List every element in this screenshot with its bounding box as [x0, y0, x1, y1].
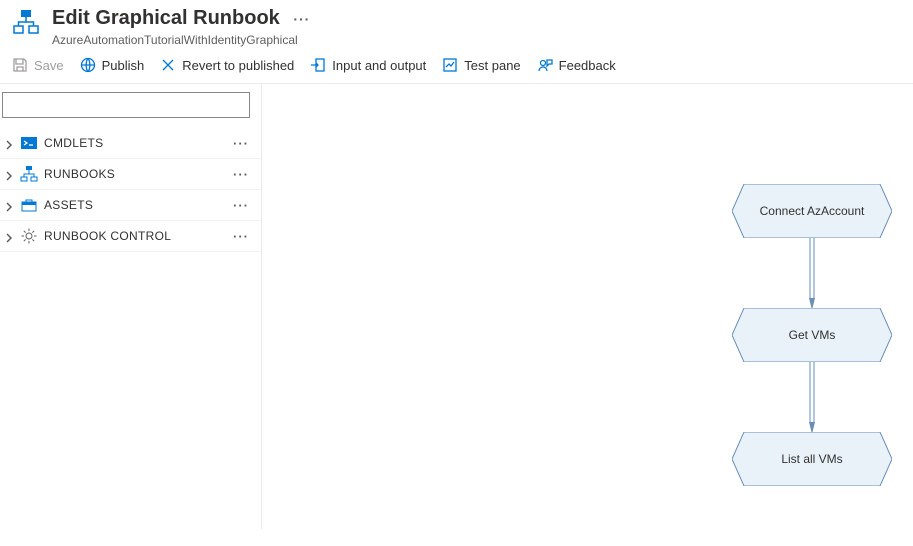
command-bar: Save Publish Revert to published Input a…: [0, 49, 913, 83]
main-area: CMDLETS ··· RUNBOOKS ···: [0, 83, 913, 529]
runbooks-hierarchy-icon: [20, 165, 38, 183]
chevron-right-icon: [4, 169, 14, 179]
save-label: Save: [34, 58, 64, 73]
feedback-label: Feedback: [559, 58, 616, 73]
activity-node-label: Connect AzAccount: [760, 204, 865, 218]
assets-toolbox-icon: [20, 196, 38, 214]
input-output-button[interactable]: Input and output: [310, 57, 426, 73]
workflow-connector[interactable]: [809, 238, 815, 310]
library-item-more-button[interactable]: ···: [229, 229, 253, 244]
test-label: Test pane: [464, 58, 520, 73]
activity-node-connect-azaccount[interactable]: Connect AzAccount: [732, 184, 892, 238]
library-item-cmdlets[interactable]: CMDLETS ···: [0, 128, 261, 159]
save-button: Save: [12, 57, 64, 73]
test-chart-icon: [442, 57, 458, 73]
runbook-hierarchy-icon: [12, 8, 40, 36]
page-subtitle: AzureAutomationTutorialWithIdentityGraph…: [52, 33, 901, 47]
revert-button[interactable]: Revert to published: [160, 57, 294, 73]
library-search-input[interactable]: [2, 92, 250, 118]
library-item-more-button[interactable]: ···: [229, 198, 253, 213]
page-header: Edit Graphical Runbook ··· AzureAutomati…: [0, 0, 913, 49]
header-more-button[interactable]: ···: [293, 11, 310, 27]
library-item-runbooks[interactable]: RUNBOOKS ···: [0, 159, 261, 190]
cmdlets-icon: [20, 134, 38, 152]
chevron-right-icon: [4, 138, 14, 148]
library-item-more-button[interactable]: ···: [229, 167, 253, 182]
gear-icon: [20, 227, 38, 245]
library-item-label: CMDLETS: [44, 136, 223, 150]
io-label: Input and output: [332, 58, 426, 73]
library-item-label: ASSETS: [44, 198, 223, 212]
save-icon: [12, 57, 28, 73]
feedback-person-icon: [537, 57, 553, 73]
library-item-assets[interactable]: ASSETS ···: [0, 190, 261, 221]
globe-icon: [80, 57, 96, 73]
chevron-right-icon: [4, 200, 14, 210]
page-title: Edit Graphical Runbook: [52, 7, 280, 29]
revert-label: Revert to published: [182, 58, 294, 73]
close-x-icon: [160, 57, 176, 73]
runbook-canvas[interactable]: Connect AzAccount Get VMs List all VMs: [262, 84, 913, 529]
test-pane-button[interactable]: Test pane: [442, 57, 520, 73]
publish-label: Publish: [102, 58, 145, 73]
chevron-right-icon: [4, 231, 14, 241]
library-item-label: RUNBOOKS: [44, 167, 223, 181]
library-list: CMDLETS ··· RUNBOOKS ···: [0, 128, 261, 252]
publish-button[interactable]: Publish: [80, 57, 145, 73]
feedback-button[interactable]: Feedback: [537, 57, 616, 73]
input-output-icon: [310, 57, 326, 73]
library-item-more-button[interactable]: ···: [229, 136, 253, 151]
library-item-label: RUNBOOK CONTROL: [44, 229, 223, 243]
library-item-runbook-control[interactable]: RUNBOOK CONTROL ···: [0, 221, 261, 252]
activity-node-get-vms[interactable]: Get VMs: [732, 308, 892, 362]
library-panel: CMDLETS ··· RUNBOOKS ···: [0, 84, 262, 529]
activity-node-label: Get VMs: [789, 328, 836, 342]
activity-node-list-all-vms[interactable]: List all VMs: [732, 432, 892, 486]
activity-node-label: List all VMs: [781, 452, 842, 466]
workflow-connector[interactable]: [809, 362, 815, 434]
